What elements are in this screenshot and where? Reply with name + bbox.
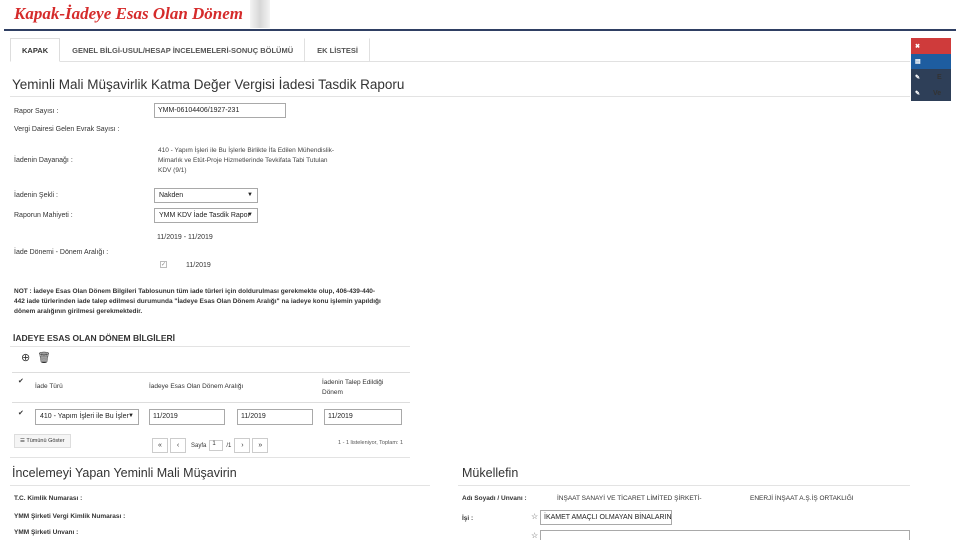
dayanak-value: 410 - Yapım İşleri ile Bu İşlerle Birlik… (158, 147, 335, 174)
attachment-button-1[interactable]: ✎ E (911, 69, 951, 85)
vkn-label: YMM Şirketi Vergi Kimlik Numarası : (14, 513, 126, 520)
page-input[interactable]: 1 (209, 440, 224, 451)
ymm-section-title: İncelemeyi Yapan Yeminli Mali Müşavirin (12, 466, 237, 480)
divider (10, 96, 910, 97)
pager-summary: 1 - 1 listeleniyor, Toplam: 1 (338, 440, 404, 446)
mahiyet-value: YMM KDV İade Tasdik Rapor (159, 212, 250, 219)
tc-label: T.C. Kimlik Numarası : (14, 495, 83, 502)
rapor-sayisi-label: Rapor Sayısı : (14, 108, 59, 115)
toolbar-label: Ve (933, 89, 942, 97)
unvan-label: YMM Şirketi Unvanı : (14, 529, 79, 536)
report-title: Yeminli Mali Müşavirlik Katma Değer Verg… (12, 77, 405, 92)
isi-field[interactable]: İKAMET AMAÇLI OLMAYAN BİNALARIN İN (540, 510, 672, 525)
show-all-label: Tümünü Göster (26, 438, 65, 444)
talep-donem-field[interactable]: 11/2019 (324, 409, 402, 425)
column-header: İadenin Talep Edildiği Dönem (322, 379, 384, 396)
pager: « ‹ Sayfa 1 /1 › » (152, 438, 270, 453)
table-header: ✔ İade Türü İadeye Esas Olan Dönem Aralı… (12, 373, 410, 403)
close-button[interactable]: ✖ (911, 38, 951, 54)
sekli-label: İadenin Şekli : (14, 192, 58, 199)
donem-table: ✔ İade Türü İadeye Esas Olan Dönem Aralı… (12, 372, 410, 429)
rapor-sayisi-field[interactable]: YMM-06104406/1927-231 (154, 103, 286, 118)
chevron-down-icon: ▼ (247, 192, 253, 198)
trash-icon[interactable]: 🗑 (37, 351, 51, 364)
vergi-dairesi-label: Vergi Dairesi Gelen Evrak Sayısı : (14, 126, 120, 133)
document-button[interactable]: ▤ (911, 54, 951, 69)
donem-checked-value: 11/2019 (186, 262, 211, 269)
show-all-button[interactable]: ☰ Tümünü Göster (14, 434, 71, 448)
decorative-bar (250, 0, 270, 28)
isi-label: İşi : (462, 515, 474, 522)
table-row: ✔ 410 - Yapım İşleri ile Bu İşler ▼ 11/2… (12, 403, 410, 429)
add-circle-icon[interactable]: ⊕ (21, 351, 30, 364)
next-page-button[interactable]: › (234, 438, 251, 453)
header-rule (4, 29, 956, 31)
attach-icon: ✎ (915, 90, 921, 97)
divider (10, 457, 410, 458)
document-icon: ▤ (915, 59, 921, 65)
toolbar-label: E (937, 73, 942, 81)
tab-bar: KAPAK GENEL BİLGİ-USUL/HESAP İNCELEMELER… (10, 38, 910, 62)
column-header: İade Türü (35, 383, 63, 390)
aralik-baslangic-field[interactable]: 11/2019 (149, 409, 225, 425)
donem-range: 11/2019 - 11/2019 (157, 234, 213, 241)
dayanak-label: İadenin Dayanağı : (14, 157, 73, 164)
iade-donemi-label: İade Dönemi - Dönem Aralığı : (14, 249, 109, 256)
last-page-button[interactable]: » (252, 438, 269, 453)
extra-field[interactable] (540, 530, 910, 540)
ad-value-part1: İNŞAAT SANAYİ VE TİCARET LİMİTED ŞİRKETİ… (557, 495, 702, 502)
select-all-checkbox[interactable]: ✔ (18, 378, 26, 386)
sekli-select[interactable]: Nakden ▼ (154, 188, 258, 203)
sekli-value: Nakden (159, 192, 184, 199)
star-icon[interactable]: ☆ (531, 512, 538, 521)
tab-genel-bilgi[interactable]: GENEL BİLGİ-USUL/HESAP İNCELEMELERİ-SONU… (60, 38, 306, 62)
iade-turu-select[interactable]: 410 - Yapım İşleri ile Bu İşler ▼ (35, 409, 139, 425)
divider (10, 346, 410, 347)
close-icon: ✖ (915, 43, 921, 50)
mahiyet-select[interactable]: YMM KDV İade Tasdik Rapor ▼ (154, 208, 258, 223)
page-label: Sayfa (191, 442, 207, 449)
tab-kapak[interactable]: KAPAK (10, 38, 61, 62)
first-page-button[interactable]: « (152, 438, 168, 453)
divider (10, 485, 430, 486)
ad-label: Adı Soyadı / Unvanı : (462, 495, 527, 502)
row-checkbox[interactable]: ✔ (18, 410, 26, 418)
prev-page-button[interactable]: ‹ (170, 438, 186, 453)
iade-turu-value: 410 - Yapım İşleri ile Bu İşler (40, 413, 129, 420)
page-total: /1 (226, 442, 232, 449)
chevron-down-icon: ▼ (247, 212, 253, 218)
note-text: NOT : İadeye Esas Olan Dönem Bilgileri T… (14, 288, 381, 315)
side-toolbar: ✖ ▤ ✎ E ✎ Ve (911, 38, 951, 101)
attach-icon: ✎ (915, 74, 921, 81)
mukellef-section-title: Mükellefin (462, 466, 519, 480)
slide-title: Kapak-İadeye Esas Olan Dönem (14, 4, 244, 23)
donem-section-title: İADEYE ESAS OLAN DÖNEM BİLGİLERİ (13, 333, 175, 343)
ad-value-part2: ENERJİ İNŞAAT A.Ş.İŞ ORTAKLIĞI (750, 495, 854, 502)
divider (458, 485, 910, 486)
chevron-down-icon: ▼ (128, 413, 134, 419)
mahiyet-label: Raporun Mahiyeti : (14, 212, 73, 219)
aralik-bitis-field[interactable]: 11/2019 (237, 409, 313, 425)
attachment-button-2[interactable]: ✎ Ve (911, 85, 951, 101)
column-header: İadeye Esas Olan Dönem Aralığı (149, 383, 244, 390)
donem-checkbox[interactable]: ✓ (160, 261, 167, 268)
tab-ek-listesi[interactable]: EK LİSTESİ (305, 38, 370, 62)
star-icon[interactable]: ☆ (531, 531, 538, 540)
